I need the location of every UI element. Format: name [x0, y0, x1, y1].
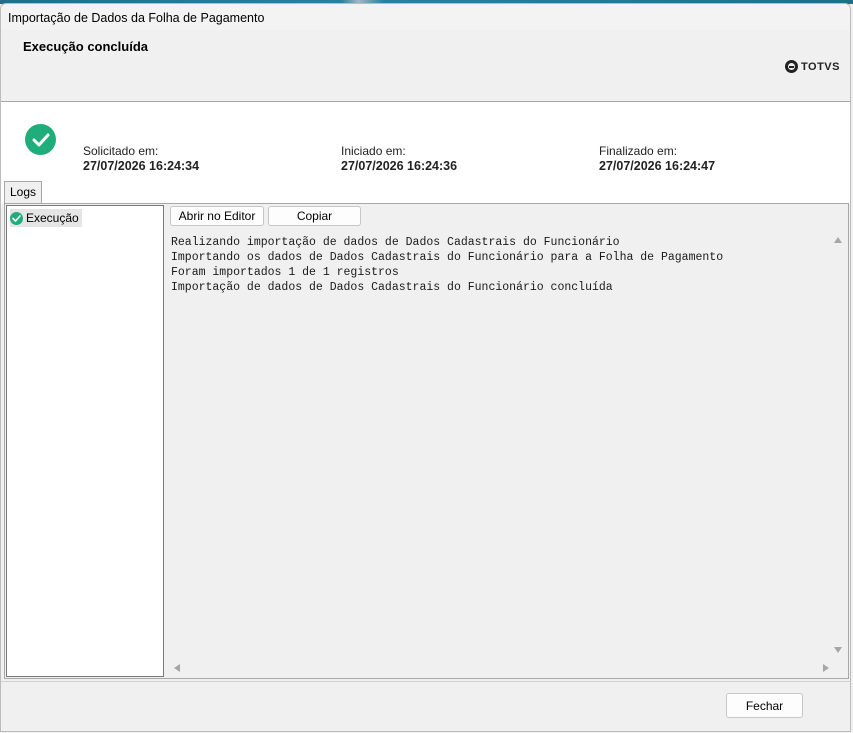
finished-label: Finalizado em: [599, 144, 678, 158]
log-line: Importando os dados de Dados Cadastrais … [171, 251, 724, 264]
status-title: Execução concluída [23, 39, 148, 54]
totvs-logo-icon [785, 60, 799, 73]
started-value: 27/07/2026 16:24:36 [341, 159, 458, 173]
dialog-header: Execução concluída TOTVS [1, 30, 850, 101]
scroll-right-arrow-icon[interactable] [823, 664, 829, 672]
scroll-up-arrow-icon[interactable] [834, 237, 842, 243]
tab-logs[interactable]: Logs [4, 181, 42, 203]
logs-content: Execução Abrir no Editor Copiar Realizan… [4, 203, 849, 679]
tree-item-label: Execução [26, 211, 79, 225]
success-check-icon [10, 211, 23, 225]
log-text: Realizando importação de dados de Dados … [171, 235, 723, 295]
requested-value: 27/07/2026 16:24:34 [83, 159, 200, 173]
import-dialog: Importação de Dados da Folha de Pagament… [0, 3, 851, 732]
started-info: Iniciado em: 27/07/2026 16:24:36 [341, 144, 457, 173]
requested-info: Solicitado em: 27/07/2026 16:24:34 [83, 144, 199, 173]
started-label: Iniciado em: [341, 144, 406, 158]
tree-item-execucao[interactable]: Execução [10, 209, 82, 227]
success-check-icon [25, 124, 56, 155]
copy-button[interactable]: Copiar [268, 206, 361, 226]
requested-label: Solicitado em: [83, 144, 159, 158]
log-tree: Execução [6, 205, 164, 677]
log-line: Importação de dados de Dados Cadastrais … [171, 281, 613, 294]
close-button[interactable]: Fechar [726, 693, 803, 718]
totvs-logo: TOTVS [785, 60, 840, 73]
totvs-logo-text: TOTVS [801, 60, 840, 73]
title-bar[interactable]: Importação de Dados da Folha de Pagament… [1, 4, 850, 30]
finished-info: Finalizado em: 27/07/2026 16:24:47 [599, 144, 715, 173]
scroll-down-arrow-icon[interactable] [834, 647, 842, 653]
log-pane: Abrir no Editor Copiar Realizando import… [165, 204, 848, 678]
log-line: Realizando importação de dados de Dados … [171, 236, 620, 249]
log-line: Foram importados 1 de 1 registros [171, 266, 399, 279]
execution-info-panel: Solicitado em: 27/07/2026 16:24:34 Inici… [1, 101, 850, 204]
window-title: Importação de Dados da Folha de Pagament… [8, 11, 265, 25]
open-editor-button[interactable]: Abrir no Editor [170, 206, 264, 226]
log-text-area[interactable]: Realizando importação de dados de Dados … [166, 229, 846, 677]
finished-value: 27/07/2026 16:24:47 [599, 159, 716, 173]
scroll-left-arrow-icon[interactable] [174, 664, 180, 672]
footer-divider [1, 681, 850, 682]
